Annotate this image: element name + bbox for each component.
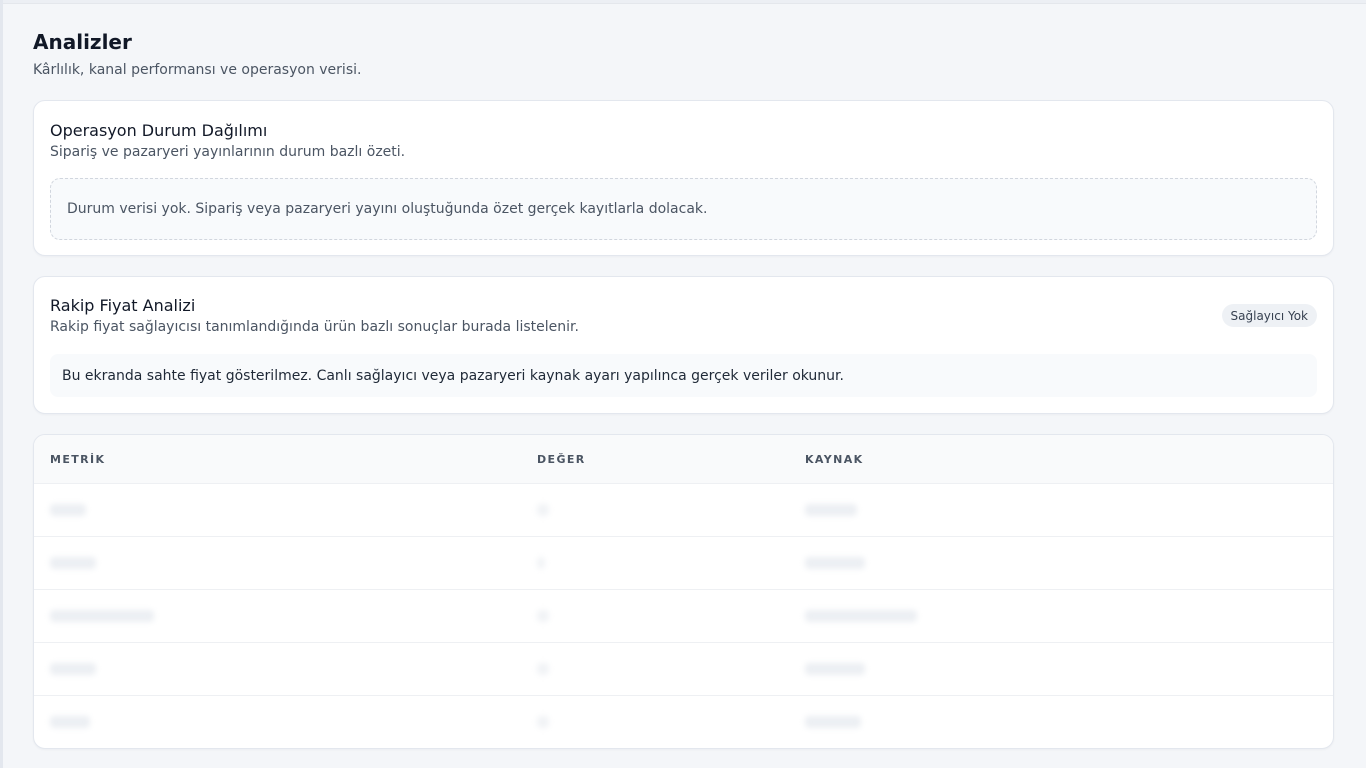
table-row [34,695,1333,748]
metrics-table: METRİK DEĞER KAYNAK [33,434,1334,749]
sidebar-edge [0,0,3,768]
status-empty-message: Durum verisi yok. Sipariş veya pazaryeri… [67,201,708,217]
rival-price-notice-text: Bu ekranda sahte fiyat gösterilmez. Canl… [62,367,844,384]
operation-status-description: Sipariş ve pazaryeri yayınlarının durum … [50,144,406,160]
table-row [34,642,1333,695]
skeleton-cell [805,663,865,675]
skeleton-cell [537,716,549,728]
top-edge [0,0,1366,4]
skeleton-cell [537,663,549,675]
skeleton-cell [50,504,86,516]
column-header-source: KAYNAK [805,453,864,466]
column-header-metric: METRİK [50,453,106,466]
rival-price-title: Rakip Fiyat Analizi [50,296,196,315]
skeleton-cell [805,504,857,516]
skeleton-cell [805,716,861,728]
page-title: Analizler [33,30,132,54]
skeleton-cell [805,557,865,569]
skeleton-cell [537,610,549,622]
skeleton-cell [537,504,549,516]
status-empty-state: Durum verisi yok. Sipariş veya pazaryeri… [50,178,1317,240]
rival-price-notice: Bu ekranda sahte fiyat gösterilmez. Canl… [50,354,1317,397]
operation-status-card: Operasyon Durum Dağılımı Sipariş ve paza… [33,100,1334,256]
column-header-value: DEĞER [537,453,586,466]
skeleton-cell [50,716,90,728]
provider-status-badge: Sağlayıcı Yok [1221,304,1317,327]
page-subtitle: Kârlılık, kanal performansı ve operasyon… [33,62,362,78]
table-row [34,536,1333,589]
rival-price-card: Rakip Fiyat Analizi Rakip fiyat sağlayıc… [33,276,1334,414]
skeleton-cell [50,610,154,622]
table-row [34,589,1333,642]
skeleton-cell [537,557,545,569]
skeleton-cell [50,663,96,675]
skeleton-cell [50,557,96,569]
rival-price-description: Rakip fiyat sağlayıcısı tanımlandığında … [50,319,579,335]
operation-status-title: Operasyon Durum Dağılımı [50,121,268,140]
table-header: METRİK DEĞER KAYNAK [34,435,1333,483]
table-row [34,483,1333,536]
skeleton-cell [805,610,917,622]
